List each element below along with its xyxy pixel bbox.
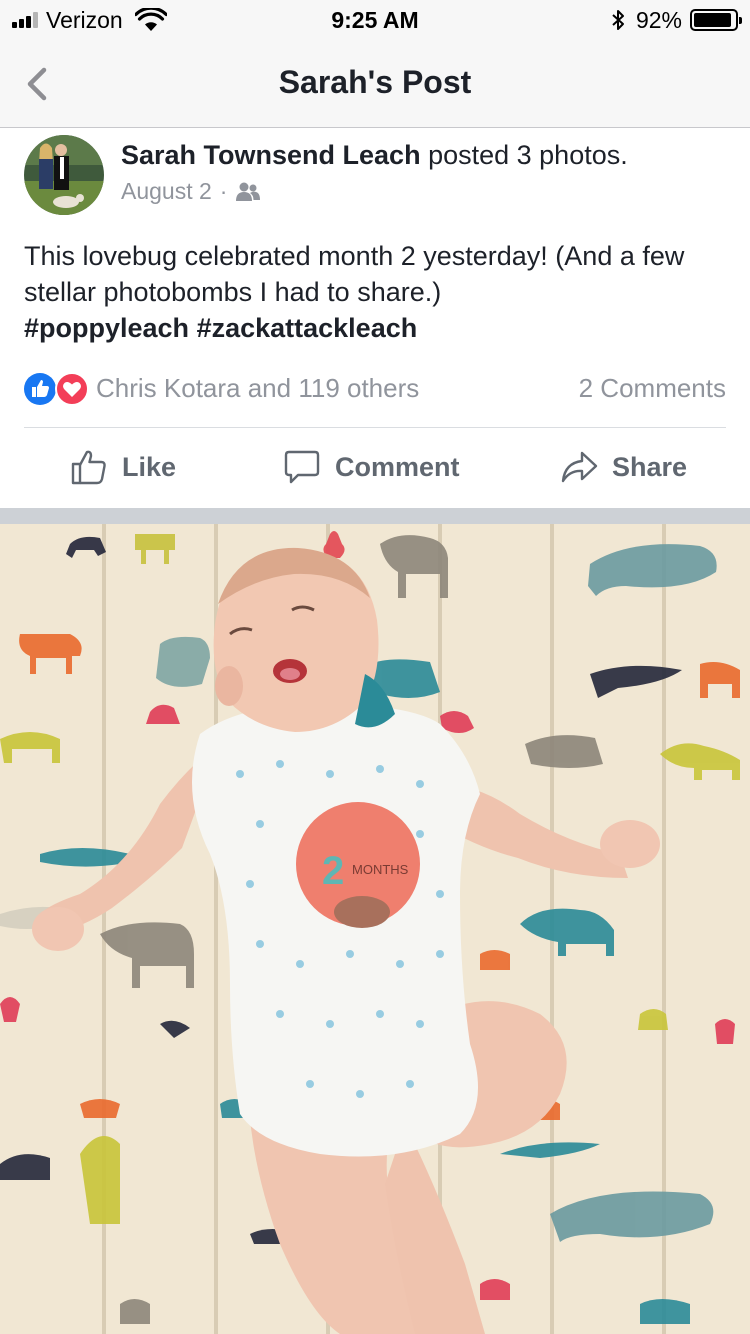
baby-photo-image: 2 MONTHS [0,524,750,1334]
post-author-line: Sarah Townsend Leach posted 3 photos. [121,140,628,171]
post-date[interactable]: August 2 [121,178,212,205]
hashtag-link[interactable]: #zackattackleach [197,313,418,343]
post-meta: August 2 · [121,178,261,205]
like-label: Like [122,451,177,482]
avatar-image [24,135,104,215]
reactions-row: Chris Kotara and 119 others 2 Comments [24,370,726,408]
friends-icon [236,182,261,201]
post-body: This lovebug celebrated month 2 yesterda… [24,241,685,307]
battery-cap [739,17,742,24]
comment-button[interactable]: Comment [283,448,460,486]
hashtag-link[interactable]: #poppyleach [24,313,189,343]
sticker-label: MONTHS [352,862,409,877]
post-text: This lovebug celebrated month 2 yesterda… [24,238,724,346]
post-action-text: posted 3 photos. [420,140,628,170]
battery-icon [690,9,742,31]
comment-count[interactable]: 2 Comments [579,373,726,404]
page-title: Sarah's Post [278,64,472,100]
author-name-link[interactable]: Sarah Townsend Leach [121,140,421,170]
reactions-summary[interactable]: Chris Kotara and 119 others [96,373,419,404]
status-right: 92% [610,6,742,34]
thumbs-up-icon [71,450,106,485]
share-arrow-icon [561,451,598,483]
status-bar: Verizon 9:25 AM 92% [0,0,750,40]
battery-percent: 92% [635,6,682,33]
share-label: Share [612,451,688,482]
section-separator [0,508,750,524]
bluetooth-icon [612,10,624,30]
like-button[interactable]: Like [70,448,176,486]
sticker-number: 2 [322,849,344,893]
like-reaction-icon [24,373,56,405]
battery-fill [694,13,731,27]
post-hashtags: #poppyleach #zackattackleach [24,310,724,346]
action-bar: Like Comment Share [0,428,750,508]
comment-bubble-icon [284,450,320,484]
share-button[interactable]: Share [560,448,687,486]
author-avatar[interactable] [24,135,104,215]
nav-bar: Sarah's Post [0,40,750,128]
reaction-icons[interactable] [24,372,90,406]
love-reaction-icon [55,372,89,406]
meta-separator: · [219,178,228,204]
comment-label: Comment [335,451,460,482]
post-photo[interactable]: 2 MONTHS [0,524,750,1334]
